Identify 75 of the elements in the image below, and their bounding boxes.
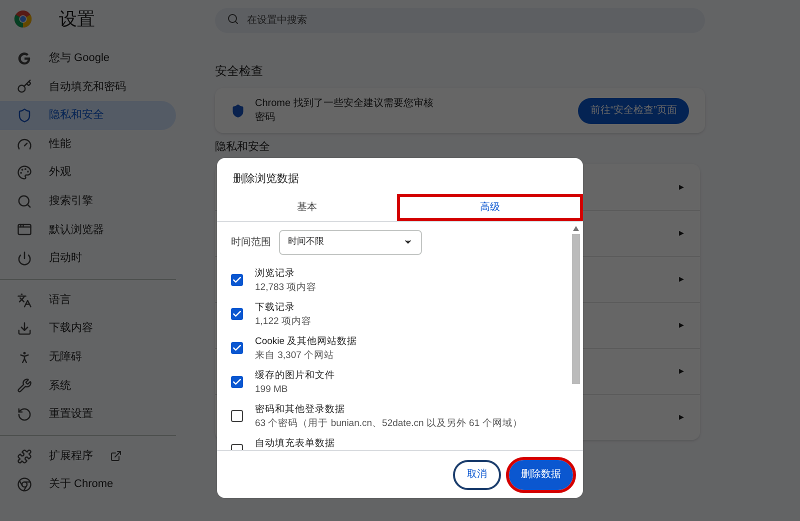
- safety-message: Chrome 找到了一些安全建议需要您审核: [255, 96, 434, 110]
- time-range-label: 时间范围: [231, 236, 271, 250]
- window-icon: [17, 222, 32, 238]
- check-icon: [232, 308, 242, 318]
- language-icon: [17, 292, 32, 308]
- delete-data-button[interactable]: 删除数据: [509, 460, 573, 490]
- sidebar-item[interactable]: 关于 Chrome: [0, 470, 176, 499]
- checkbox[interactable]: [231, 308, 243, 320]
- sidebar-item[interactable]: 语言: [0, 286, 176, 314]
- row-arrow[interactable]: ▸: [679, 226, 684, 241]
- checkbox[interactable]: [231, 274, 243, 286]
- cancel-button[interactable]: 取消: [453, 460, 501, 490]
- chrome-icon: [17, 477, 32, 492]
- safety-check-button[interactable]: 前往“安全检查”页面: [578, 98, 689, 124]
- shield-icon: [17, 108, 32, 123]
- sidebar-item[interactable]: 重置设置: [0, 400, 176, 429]
- power-icon: [17, 250, 32, 266]
- item-label: 缓存的图片和文件: [255, 368, 335, 382]
- search-field[interactable]: 在设置中搜索: [215, 8, 705, 33]
- external-link-icon: [110, 450, 122, 462]
- item-label: 下载记录: [255, 300, 296, 314]
- item-detail: 12,783 项内容: [255, 280, 317, 294]
- dialog-tab[interactable]: 高级: [397, 194, 583, 220]
- item-detail: 来自 3,307 个网站: [255, 348, 336, 362]
- item-detail: 199 MB: [255, 382, 289, 396]
- item-detail: 63 个密码（用于 bunian.cn、52date.cn 以及另外 61 个网域）: [255, 416, 522, 430]
- dialog-title: 删除浏览数据: [233, 172, 300, 187]
- sidebar-item[interactable]: 自动填充和密码: [0, 72, 176, 102]
- sidebar-item[interactable]: 外观: [0, 158, 176, 187]
- sidebar-item[interactable]: 您与 Google: [0, 44, 176, 73]
- check-icon: [232, 376, 242, 386]
- sidebar-item[interactable]: 系统: [0, 372, 176, 400]
- dialog-tab[interactable]: 基本: [217, 194, 397, 220]
- sidebar-item[interactable]: 下载内容: [0, 314, 176, 343]
- row-arrow[interactable]: ▸: [679, 180, 684, 194]
- item-label: 浏览记录: [255, 266, 296, 280]
- item-label: 自动填充表单数据: [255, 436, 335, 450]
- sidebar-item[interactable]: 无障碍: [0, 342, 176, 372]
- section-heading: 隐私和安全: [215, 141, 271, 154]
- checkbox[interactable]: [231, 376, 243, 388]
- search-icon: [17, 194, 32, 209]
- reset-icon: [17, 406, 32, 422]
- sidebar-item[interactable]: 隐私和安全: [0, 101, 176, 130]
- palette-icon: [17, 165, 32, 180]
- puzzle-icon: [17, 448, 32, 464]
- time-range-select[interactable]: 时间不限: [279, 230, 422, 254]
- download-icon: [17, 321, 32, 336]
- row-arrow[interactable]: ▸: [679, 410, 684, 425]
- app-title: 设置: [59, 8, 95, 30]
- key-icon: [17, 79, 32, 94]
- check-icon: [232, 274, 242, 284]
- wrench-icon: [17, 378, 32, 394]
- sidebar-item[interactable]: 扩展程序: [0, 442, 176, 470]
- safety-detail: 密码: [255, 110, 276, 124]
- gauge-icon: [17, 136, 32, 152]
- section-heading: 安全检查: [215, 63, 264, 80]
- checkbox[interactable]: [231, 410, 243, 422]
- chrome-logo: [14, 10, 32, 28]
- sidebar-item[interactable]: 性能: [0, 130, 176, 158]
- row-arrow[interactable]: ▸: [679, 318, 684, 333]
- shield-icon: [231, 104, 245, 118]
- sidebar-item[interactable]: 搜索引擎: [0, 186, 176, 216]
- scroll-up-icon[interactable]: [573, 226, 579, 230]
- sidebar-item[interactable]: 启动时: [0, 244, 176, 273]
- item-label: 密码和其他登录数据: [255, 402, 346, 416]
- item-detail: 1,122 项内容: [255, 314, 312, 328]
- item-label: Cookie 及其他网站数据: [255, 334, 358, 348]
- checkbox[interactable]: [231, 342, 243, 354]
- check-icon: [232, 342, 242, 352]
- search-icon: [227, 13, 239, 25]
- row-arrow[interactable]: ▸: [679, 272, 684, 287]
- google-g-icon: [17, 50, 32, 66]
- row-arrow[interactable]: ▸: [679, 364, 684, 379]
- sidebar-item[interactable]: 默认浏览器: [0, 216, 176, 244]
- person-icon: [17, 350, 32, 365]
